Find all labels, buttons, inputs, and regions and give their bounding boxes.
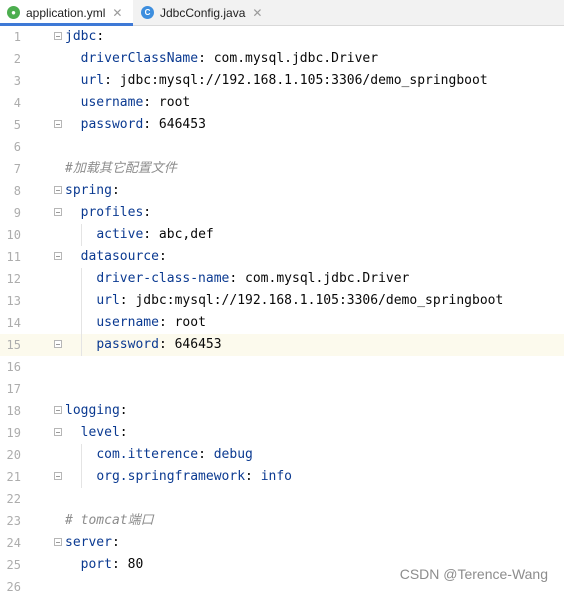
code-text: org.springframework: info <box>96 469 292 484</box>
code-line[interactable]: 19 level: <box>0 422 564 444</box>
line-number: 25 <box>6 558 21 572</box>
code-line[interactable]: 3 url: jdbc:mysql://192.168.1.105:3306/d… <box>0 70 564 92</box>
tab-application-yml[interactable]: ● application.yml ✕ <box>0 0 133 26</box>
fold-icon[interactable] <box>54 32 62 40</box>
line-number: 12 <box>6 272 21 286</box>
code-line[interactable]: 7 #加载其它配置文件 <box>0 158 564 180</box>
line-number: 18 <box>6 404 21 418</box>
line-number: 7 <box>13 162 21 176</box>
line-number: 24 <box>6 536 21 550</box>
code-line[interactable]: 20 com.itterence: debug <box>0 444 564 466</box>
code-text: server: <box>65 535 120 550</box>
code-text: level: <box>80 425 128 440</box>
line-number: 19 <box>6 426 21 440</box>
line-number: 17 <box>6 382 21 396</box>
code-text: username: root <box>96 315 206 330</box>
code-text: #加载其它配置文件 <box>65 161 177 176</box>
line-number: 26 <box>6 580 21 594</box>
fold-icon[interactable] <box>54 538 62 546</box>
code-text: driverClassName: com.mysql.jdbc.Driver <box>80 51 379 66</box>
code-text: username: root <box>80 95 191 110</box>
code-line[interactable]: 12 driver-class-name: com.mysql.jdbc.Dri… <box>0 268 564 290</box>
fold-icon[interactable] <box>54 208 62 216</box>
code-text: password: 646453 <box>80 117 206 132</box>
code-text: profiles: <box>80 205 152 220</box>
line-number: 16 <box>6 360 21 374</box>
line-number: 21 <box>6 470 21 484</box>
code-text: datasource: <box>80 249 167 264</box>
tab-jdbcconfig-java[interactable]: C JdbcConfig.java ✕ <box>133 0 268 25</box>
code-text: active: abc,def <box>96 227 214 242</box>
line-number: 9 <box>13 206 21 220</box>
code-text: logging: <box>65 403 128 418</box>
code-line[interactable]: 15 password: 646453 <box>0 334 564 356</box>
code-line[interactable]: 14 username: root <box>0 312 564 334</box>
line-number: 14 <box>6 316 21 330</box>
close-icon[interactable]: ✕ <box>112 6 122 20</box>
code-line[interactable]: 16 <box>0 356 564 378</box>
code-line[interactable]: 23 # tomcat端口 <box>0 510 564 532</box>
code-text: driver-class-name: com.mysql.jdbc.Driver <box>96 271 410 286</box>
code-line[interactable]: 6 <box>0 136 564 158</box>
fold-icon[interactable] <box>54 428 62 436</box>
line-number: 8 <box>13 184 21 198</box>
close-icon[interactable]: ✕ <box>252 6 262 20</box>
code-text: jdbc: <box>65 29 105 44</box>
code-line[interactable]: 22 <box>0 488 564 510</box>
code-line[interactable]: 2 driverClassName: com.mysql.jdbc.Driver <box>0 48 564 70</box>
code-line[interactable]: 11 datasource: <box>0 246 564 268</box>
line-number: 10 <box>6 228 21 242</box>
fold-icon[interactable] <box>54 340 62 348</box>
line-number: 6 <box>13 140 21 154</box>
line-number: 23 <box>6 514 21 528</box>
java-class-icon: C <box>141 6 154 19</box>
fold-icon[interactable] <box>54 186 62 194</box>
indent-guide <box>81 224 82 246</box>
code-line[interactable]: 21 org.springframework: info <box>0 466 564 488</box>
line-number: 20 <box>6 448 21 462</box>
indent-guide <box>81 268 82 356</box>
fold-icon[interactable] <box>54 472 62 480</box>
code-line[interactable]: 1 jdbc: <box>0 26 564 48</box>
code-text: password: 646453 <box>96 337 222 352</box>
fold-icon[interactable] <box>54 252 62 260</box>
code-text: spring: <box>65 183 120 198</box>
code-line[interactable]: 24 server: <box>0 532 564 554</box>
code-editor[interactable]: 1 jdbc: 2 driverClassName: com.mysql.jdbc.… <box>0 26 564 594</box>
tab-label: JdbcConfig.java <box>160 5 246 20</box>
line-number: 1 <box>13 30 21 44</box>
code-line[interactable]: 18 logging: <box>0 400 564 422</box>
code-text: port: 80 <box>80 557 144 572</box>
watermark: CSDN @Terence-Wang <box>399 566 548 582</box>
code-line[interactable]: 10 active: abc,def <box>0 224 564 246</box>
line-number: 15 <box>6 338 21 352</box>
code-line[interactable]: 9 profiles: <box>0 202 564 224</box>
code-text: url: jdbc:mysql://192.168.1.105:3306/dem… <box>80 73 488 88</box>
line-number: 13 <box>6 294 21 308</box>
code-text: # tomcat端口 <box>65 513 154 528</box>
fold-icon[interactable] <box>54 406 62 414</box>
tab-label: application.yml <box>26 5 106 20</box>
code-line[interactable]: 4 username: root <box>0 92 564 114</box>
fold-icon[interactable] <box>54 120 62 128</box>
code-line[interactable]: 8 spring: <box>0 180 564 202</box>
editor-tab-bar: ● application.yml ✕ C JdbcConfig.java ✕ <box>0 0 564 26</box>
line-number: 4 <box>13 96 21 110</box>
yaml-file-icon: ● <box>7 6 20 19</box>
line-number: 11 <box>6 250 21 264</box>
line-number: 3 <box>13 74 21 88</box>
code-text: com.itterence: debug <box>96 447 253 462</box>
indent-guide <box>81 444 82 488</box>
line-number: 2 <box>13 52 21 66</box>
code-line[interactable]: 13 url: jdbc:mysql://192.168.1.105:3306/… <box>0 290 564 312</box>
code-text: url: jdbc:mysql://192.168.1.105:3306/dem… <box>96 293 504 308</box>
line-number: 5 <box>13 118 21 132</box>
code-line[interactable]: 17 <box>0 378 564 400</box>
code-line[interactable]: 5 password: 646453 <box>0 114 564 136</box>
line-number: 22 <box>6 492 21 506</box>
